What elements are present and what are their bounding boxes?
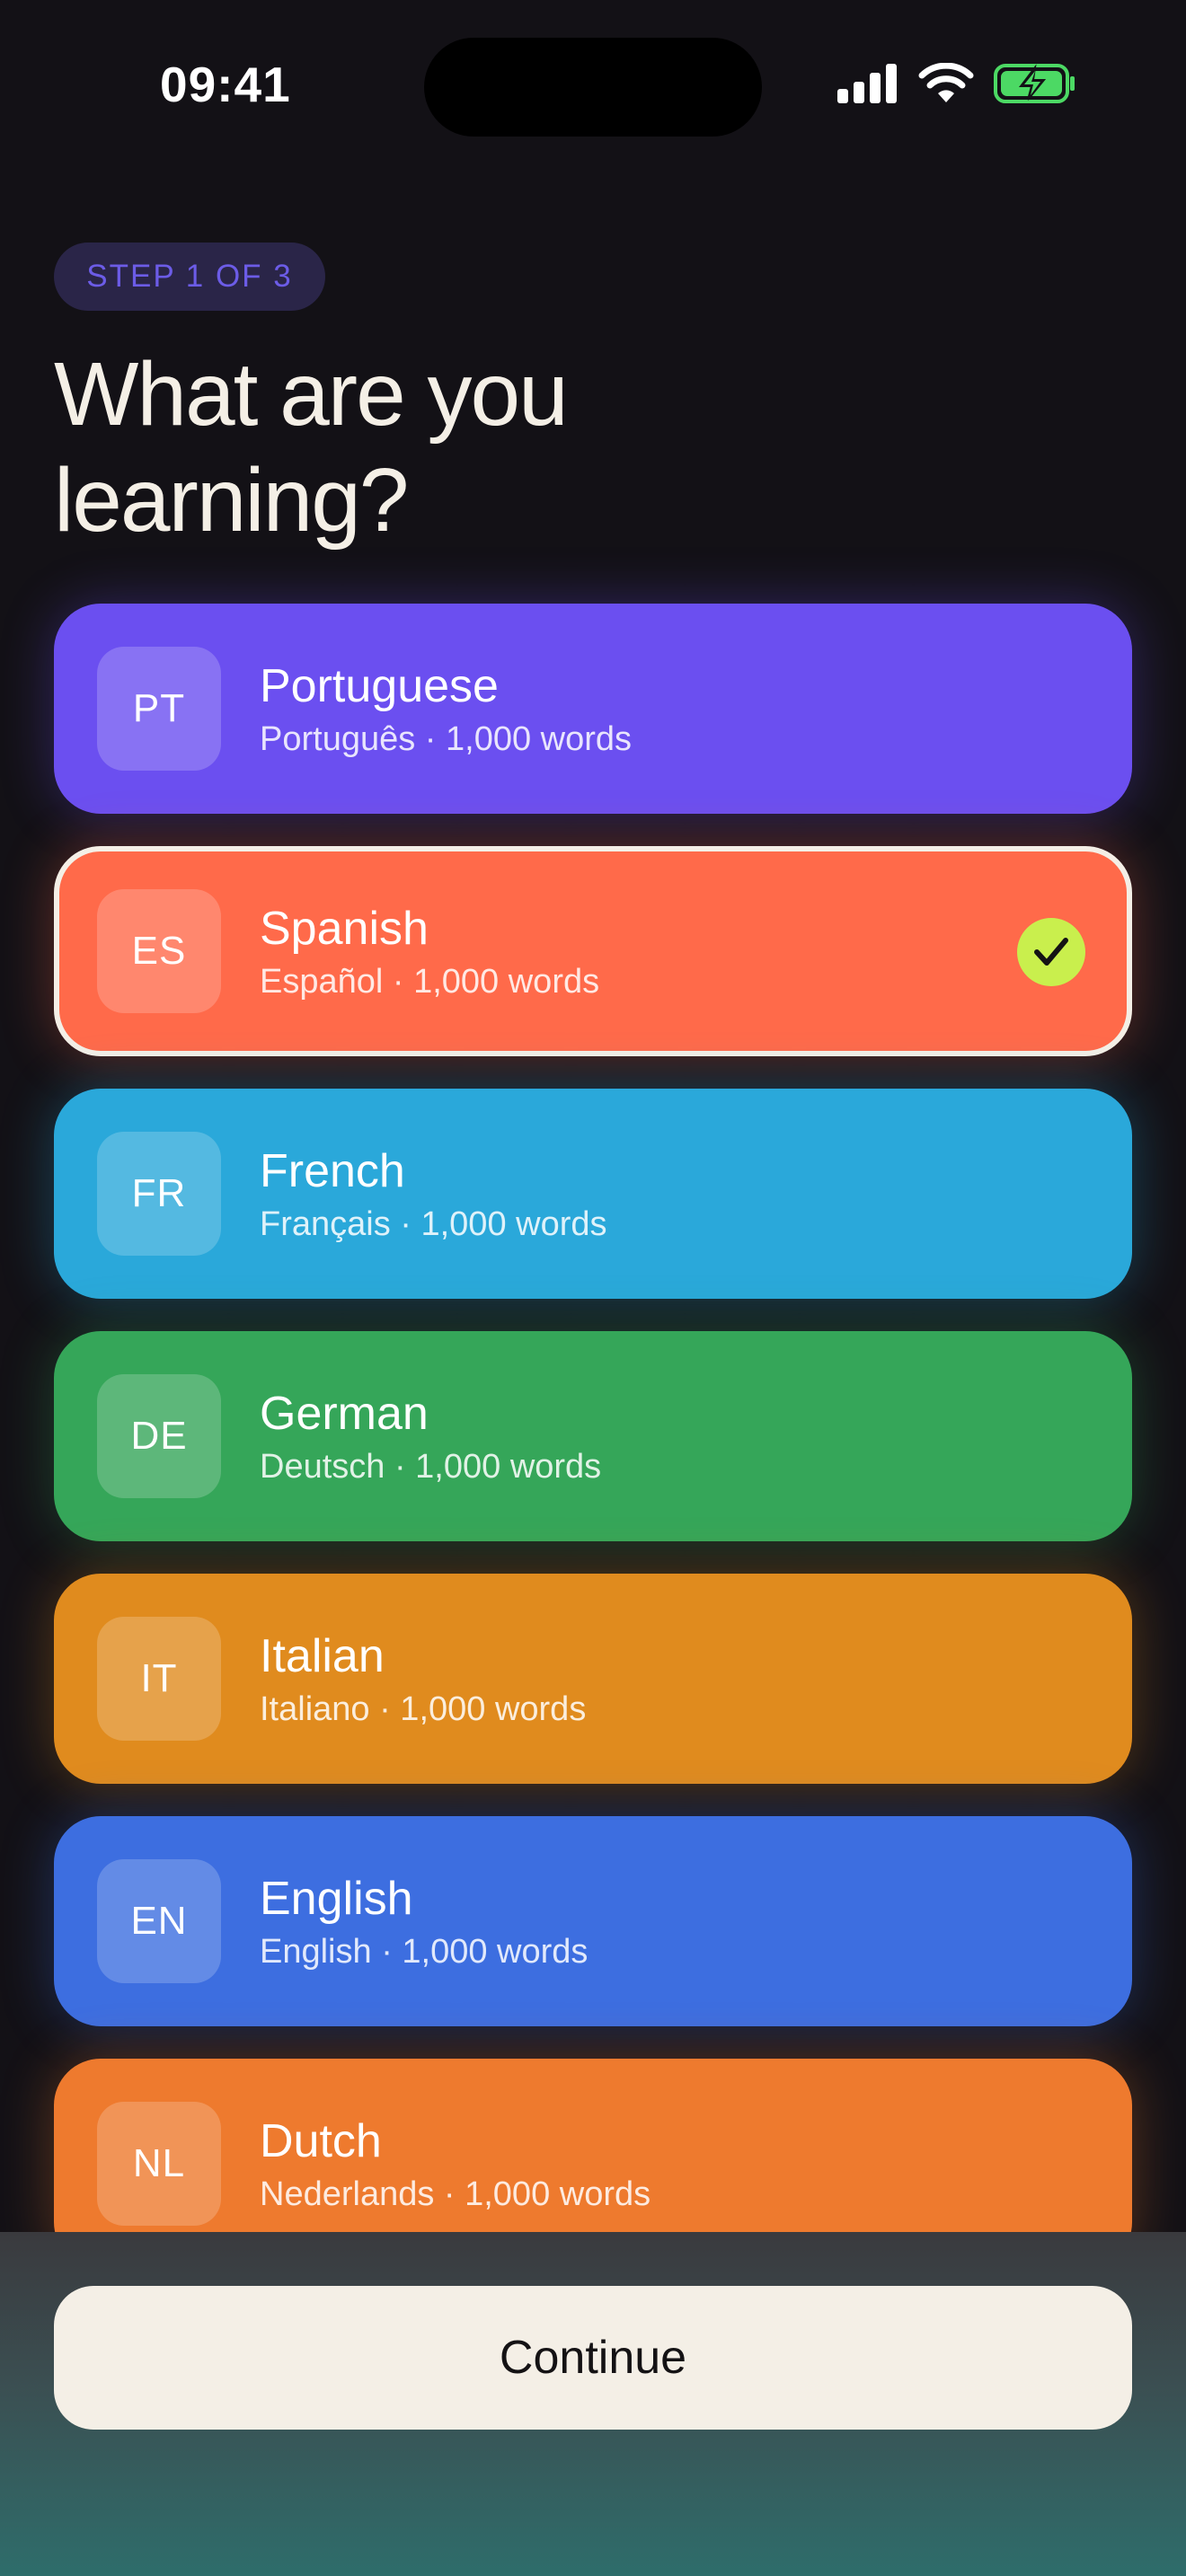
language-code-badge: NL [97, 2102, 221, 2226]
language-text: Italian Italiano · 1,000 words [260, 1629, 586, 1730]
language-text: French Français · 1,000 words [260, 1144, 607, 1245]
language-code-badge: DE [97, 1374, 221, 1498]
language-name: Spanish [260, 903, 429, 955]
language-card-english[interactable]: EN English English · 1,000 words [54, 1816, 1132, 2026]
language-subtitle: Français · 1,000 words [260, 1205, 607, 1243]
signal-icon [837, 63, 898, 108]
battery-charging-icon [994, 63, 1076, 109]
language-card-german[interactable]: DE German Deutsch · 1,000 words [54, 1331, 1132, 1541]
language-name: Dutch [260, 2115, 382, 2167]
language-subtitle: Português · 1,000 words [260, 720, 633, 758]
language-card-french[interactable]: FR French Français · 1,000 words [54, 1089, 1132, 1299]
language-name: German [260, 1388, 429, 1440]
page-title: What are you learning? [54, 344, 569, 551]
language-code-badge: EN [97, 1859, 221, 1983]
language-card-portuguese[interactable]: PT Portuguese Português · 1,000 words [54, 604, 1132, 814]
language-text: Portuguese Português · 1,000 words [260, 659, 632, 760]
language-text: English English · 1,000 words [260, 1872, 588, 1972]
language-code-badge: FR [97, 1132, 221, 1256]
language-name: Italian [260, 1630, 385, 1682]
language-card-spanish[interactable]: ES Spanish Español · 1,000 words [54, 846, 1132, 1056]
checkmark-icon [1017, 918, 1085, 986]
continue-button[interactable]: Continue [54, 2286, 1132, 2430]
language-text: Dutch Nederlands · 1,000 words [260, 2114, 651, 2215]
step-indicator: STEP 1 OF 3 [54, 243, 325, 311]
language-code-badge: ES [97, 889, 221, 1013]
bottom-action-bar: Continue [0, 2232, 1186, 2576]
language-text: German Deutsch · 1,000 words [260, 1387, 601, 1487]
wifi-icon [918, 62, 974, 109]
status-bar: 09:41 [0, 0, 1186, 180]
language-subtitle: Nederlands · 1,000 words [260, 2175, 651, 2213]
language-name: English [260, 1873, 413, 1925]
language-name: Portuguese [260, 660, 499, 712]
language-code-badge: PT [97, 647, 221, 771]
language-text: Spanish Español · 1,000 words [260, 902, 599, 1002]
language-list: PT Portuguese Português · 1,000 words ES Spa… [54, 604, 1132, 2301]
status-time: 09:41 [160, 57, 291, 112]
dynamic-island [424, 38, 762, 137]
language-subtitle: Deutsch · 1,000 words [260, 1448, 602, 1486]
language-subtitle: English · 1,000 words [260, 1933, 589, 1971]
status-icons [837, 62, 1076, 109]
language-subtitle: Español · 1,000 words [260, 963, 600, 1001]
language-subtitle: Italiano · 1,000 words [260, 1690, 587, 1728]
language-name: French [260, 1145, 405, 1197]
language-code-badge: IT [97, 1617, 221, 1741]
language-card-italian[interactable]: IT Italian Italiano · 1,000 words [54, 1574, 1132, 1784]
